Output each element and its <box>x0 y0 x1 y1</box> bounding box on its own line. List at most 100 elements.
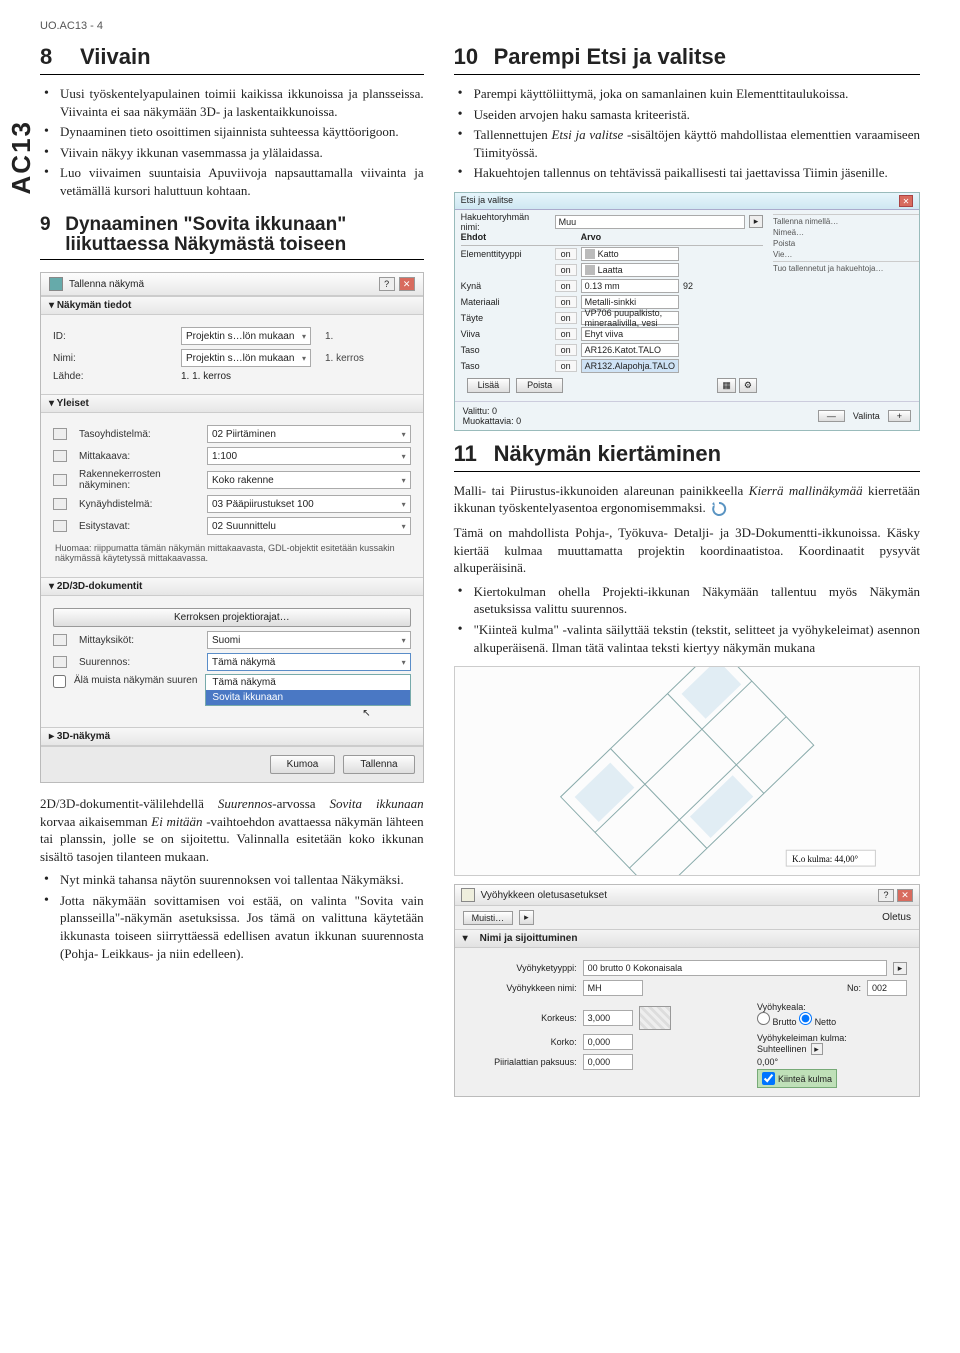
suurennos-dropdown[interactable]: Tämä näkymä <box>207 653 411 671</box>
section-header-3d[interactable]: ▸ 3D-näkymä <box>41 727 423 746</box>
criteria-row[interactable]: TasoonAR132.Alapohja.TALO <box>461 358 763 374</box>
zoom-icon <box>53 656 67 668</box>
esitys-label: Esitystavat: <box>79 521 199 532</box>
id-label: ID: <box>53 331 173 342</box>
selection-label: Valinta <box>853 411 880 421</box>
section-8-list: Uusi työskentelyapulainen toimii kaikiss… <box>40 85 424 199</box>
zonetype-arrow[interactable]: ▸ <box>893 962 907 975</box>
group-menu-button[interactable]: ▸ <box>749 215 763 228</box>
kynayhd-label: Kynäyhdistelmä: <box>79 499 199 510</box>
cancel-button[interactable]: Kumoa <box>270 755 336 774</box>
help-button[interactable]: ? <box>379 277 395 291</box>
id-dropdown[interactable]: Projektin s…lön mukaan <box>181 327 311 345</box>
section-header-2d3d[interactable]: ▾ 2D/3D-dokumentit <box>41 577 423 596</box>
structure-icon <box>53 474 67 486</box>
rotate-view-icon <box>709 500 729 518</box>
section-10-title: 10 Parempi Etsi ja valitse <box>454 44 920 75</box>
zone-header-name[interactable]: ▾ Nimi ja sijoittuminen <box>455 929 919 948</box>
side-import[interactable]: Tuo tallennetut ja hakuehtoja… <box>773 261 919 273</box>
delete-criteria-button[interactable]: Poista <box>516 378 563 393</box>
find-close-button[interactable]: ✕ <box>899 195 913 207</box>
memory-button[interactable]: Muisti… <box>463 911 514 925</box>
zone-dialog-title: Vyöhykkeen oletusasetukset <box>481 890 607 901</box>
angle-menu-button[interactable]: ▸ <box>811 1043 823 1055</box>
fixed-angle-checkbox[interactable] <box>762 1072 775 1085</box>
tasoyhd-dropdown[interactable]: 02 Piirtäminen <box>207 425 411 443</box>
combo-option-2[interactable]: Sovita ikkunaan <box>206 690 409 705</box>
deselect-button[interactable]: — <box>818 410 845 422</box>
options-button[interactable]: ⚙ <box>739 378 757 393</box>
floorplan-image: K.o kulma: 44,00° <box>454 666 920 876</box>
save-view-dialog: Tallenna näkymä ? ✕ ▾ Näkymän tiedot ID:… <box>40 272 424 783</box>
zonename-field[interactable]: MH <box>583 980 643 996</box>
scale-note: Huomaa: riippumatta tämän näkymän mittak… <box>53 539 411 569</box>
add-criteria-button[interactable]: Lisää <box>467 378 511 393</box>
section-8-title: 8 Viivain <box>40 44 424 75</box>
side-save-as[interactable]: Tallenna nimellä… <box>773 214 919 226</box>
fixed-angle-toggle[interactable]: Kiinteä kulma <box>757 1069 837 1088</box>
stamp-angle-label: Vyöhykeleiman kulma: <box>757 1033 907 1043</box>
close-button[interactable]: ✕ <box>399 277 415 291</box>
name-dropdown[interactable]: Projektin s…lön mukaan <box>181 349 311 367</box>
kynayhd-dropdown[interactable]: 03 Pääpiirustukset 100 <box>207 495 411 513</box>
find-side-menu: Tallenna nimellä… Nimeä… Poista Vie… Tuo… <box>769 210 919 401</box>
zone-help-button[interactable]: ? <box>878 889 894 902</box>
source-value: 1. 1. kerros <box>181 371 231 382</box>
brutto-radio[interactable] <box>757 1012 770 1025</box>
source-label: Lähde: <box>53 371 173 382</box>
esitys-dropdown[interactable]: 02 Suunnittelu <box>207 517 411 535</box>
dialog-title: Tallenna näkymä <box>69 279 144 290</box>
mitt-dropdown[interactable]: 1:100 <box>207 447 411 465</box>
angle-caption: K.o kulma: 44,00° <box>792 854 858 864</box>
zoneno-label: No: <box>847 983 861 993</box>
default-label: Oletus <box>882 912 911 923</box>
remember-zoom-checkbox[interactable] <box>53 675 66 688</box>
group-name-label: Hakuehtoryhmän nimi: <box>461 212 551 232</box>
height-diagram-icon <box>639 1006 671 1030</box>
zone-close-button[interactable]: ✕ <box>897 889 913 902</box>
para-list: Nyt minkä tahansa näytön suurennoksen vo… <box>40 871 424 962</box>
combo-option-1[interactable]: Tämä näkymä <box>206 675 409 690</box>
dialog-icon <box>49 277 63 291</box>
section-11-title: 11 Näkymän kiertäminen <box>454 441 920 472</box>
rakenne-label: Rakennekerrosten näkyminen: <box>79 469 199 491</box>
zone-icon <box>461 888 475 902</box>
height-label: Korkeus: <box>467 1013 577 1023</box>
level-label: Korko: <box>467 1037 577 1047</box>
angle-field[interactable]: 0,00° <box>757 1057 817 1067</box>
group-name-field[interactable]: Muu <box>555 215 745 229</box>
pen-palette-button[interactable]: ▦ <box>717 378 736 393</box>
name-value-text: 1. kerros <box>325 353 364 364</box>
side-rename[interactable]: Nimeä… <box>773 228 919 237</box>
criteria-row[interactable]: ViivaonEhyt viiva <box>461 326 763 342</box>
height-field[interactable]: 3,000 <box>583 1010 633 1026</box>
floor-thick-field[interactable]: 0,000 <box>583 1054 633 1070</box>
side-export[interactable]: Vie… <box>773 250 919 259</box>
netto-radio[interactable] <box>799 1012 812 1025</box>
save-button[interactable]: Tallenna <box>343 755 414 774</box>
scale-icon <box>53 450 67 462</box>
criteria-row[interactable]: Kynäon0.13 mm92 <box>461 278 763 294</box>
side-tab: AC13 <box>6 120 37 194</box>
floor-projection-button[interactable]: Kerroksen projektiorajat… <box>53 608 411 627</box>
select-button[interactable]: + <box>888 410 911 422</box>
relative-label: Suhteellinen <box>757 1044 807 1054</box>
para-1: 2D/3D-dokumentit-välilehdellä Suurennos-… <box>40 795 424 865</box>
col-ehdot: Ehdot <box>461 232 551 242</box>
section-header-info[interactable]: ▾ Näkymän tiedot <box>41 296 423 315</box>
rakenne-dropdown[interactable]: Koko rakenne <box>207 471 411 489</box>
section-header-general[interactable]: ▾ Yleiset <box>41 394 423 413</box>
side-delete[interactable]: Poista <box>773 239 919 248</box>
zoneno-field[interactable]: 002 <box>867 980 907 996</box>
level-field[interactable]: 0,000 <box>583 1034 633 1050</box>
criteria-row[interactable]: ElementtityyppionKatto <box>461 246 763 262</box>
mittyks-dropdown[interactable]: Suomi <box>207 631 411 649</box>
col-arvo: Arvo <box>581 232 602 242</box>
criteria-row[interactable]: TäyteonVP706 puupalkisto, mineraalivilla… <box>461 310 763 326</box>
memory-menu-button[interactable]: ▸ <box>519 910 534 925</box>
id-value-text: 1. <box>325 331 333 342</box>
zonetype-dropdown[interactable]: 00 brutto 0 Kokonaisala <box>583 960 887 976</box>
criteria-row[interactable]: TasoonAR126.Katot.TALO <box>461 342 763 358</box>
criteria-row[interactable]: onLaatta <box>461 262 763 278</box>
display-icon <box>53 520 67 532</box>
